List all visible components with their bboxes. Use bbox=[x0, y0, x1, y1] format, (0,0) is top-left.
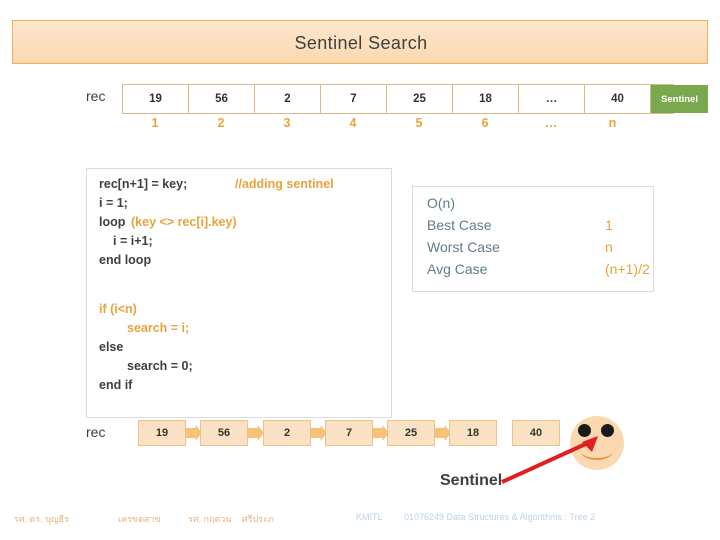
complexity-value-best: 1 bbox=[605, 217, 613, 233]
code-line-end-if: end if bbox=[99, 378, 133, 392]
array-cell-ellipsis: … bbox=[519, 85, 585, 113]
array-index: 4 bbox=[349, 116, 357, 130]
page-title: Sentinel Search bbox=[294, 33, 428, 53]
flow-box: 7 bbox=[325, 420, 373, 446]
slide: Sentinel Search rec 19 56 2 7 25 18 … 40… bbox=[0, 0, 720, 540]
flow-row-label: rec bbox=[86, 424, 106, 440]
footer-course: 01076249 Data Structures & Algorithms : … bbox=[404, 512, 596, 522]
array-cell: 56 bbox=[189, 85, 255, 113]
chevron-right-icon bbox=[248, 425, 264, 441]
sentinel-caption: Sentinel bbox=[440, 472, 503, 489]
footer-institution: KMITL bbox=[356, 512, 383, 522]
code-line-loop-kw: loop bbox=[99, 215, 126, 229]
array-cell-sentinel: Sentinel bbox=[651, 85, 708, 113]
code-line-assign: rec[n+1] = key; bbox=[99, 177, 188, 191]
array-index: 2 bbox=[217, 116, 225, 130]
code-line-end-loop: end loop bbox=[99, 253, 152, 267]
flow-box: 25 bbox=[387, 420, 435, 446]
array-cell: 2 bbox=[255, 85, 321, 113]
array-index: 5 bbox=[415, 116, 423, 130]
flow-box: 18 bbox=[449, 420, 497, 446]
array-index-ellipsis: … bbox=[544, 116, 558, 130]
array-cell: 25 bbox=[387, 85, 453, 113]
array-index: n bbox=[608, 116, 617, 130]
pseudocode-box: rec[n+1] = key; //adding sentinel i = 1;… bbox=[86, 168, 392, 418]
array-cell: 19 bbox=[123, 85, 189, 113]
array-index: 6 bbox=[481, 116, 489, 130]
complexity-value-avg: (n+1)/2 bbox=[605, 261, 650, 277]
complexity-box: O(n) Best Case 1 Worst Case n Avg Case (… bbox=[412, 186, 654, 292]
array-index: 1 bbox=[151, 116, 159, 130]
code-line-search-i: search = i; bbox=[127, 321, 190, 335]
title-bar: Sentinel Search bbox=[12, 20, 708, 64]
array-cell: 7 bbox=[321, 85, 387, 113]
footer-author-2: เครขตสาข bbox=[118, 514, 161, 524]
flow-box: 19 bbox=[138, 420, 186, 446]
complexity-label-best: Best Case bbox=[427, 217, 492, 233]
flow-box: 56 bbox=[200, 420, 248, 446]
code-line-if: if (i<n) bbox=[99, 302, 137, 316]
footer-author-1: รศ. ดร. บุญธีร bbox=[14, 514, 69, 524]
array-row-label: rec bbox=[86, 88, 106, 104]
flow-box: 2 bbox=[263, 420, 311, 446]
red-arrow-icon bbox=[501, 436, 598, 484]
footer: รศ. ดร. บุญธีร เครขตสาข รศ. กฤตวน ศรีประ… bbox=[0, 512, 720, 532]
code-line-init: i = 1; bbox=[99, 196, 128, 210]
array-index: 3 bbox=[283, 116, 291, 130]
array-table: 19 56 2 7 25 18 … 40 Sentinel bbox=[122, 84, 708, 114]
footer-author-3: รศ. กฤตวน bbox=[188, 514, 232, 524]
code-line-else: else bbox=[99, 340, 124, 354]
complexity-value-worst: n bbox=[605, 239, 613, 255]
array-cell: 40 bbox=[585, 85, 651, 113]
code-line-increment: i = i+1; bbox=[113, 234, 153, 248]
code-line-loop-cond: (key <> rec[i].key) bbox=[131, 215, 237, 229]
complexity-heading: O(n) bbox=[427, 195, 455, 211]
complexity-label-avg: Avg Case bbox=[427, 261, 488, 277]
array-cell: 18 bbox=[453, 85, 519, 113]
array-index-row: 1 2 3 4 5 6 … n bbox=[122, 116, 674, 138]
code-line-search-0: search = 0; bbox=[127, 359, 193, 373]
code-comment: //adding sentinel bbox=[235, 177, 334, 191]
footer-author-4: ศรีประภ bbox=[242, 514, 274, 524]
complexity-label-worst: Worst Case bbox=[427, 239, 500, 255]
